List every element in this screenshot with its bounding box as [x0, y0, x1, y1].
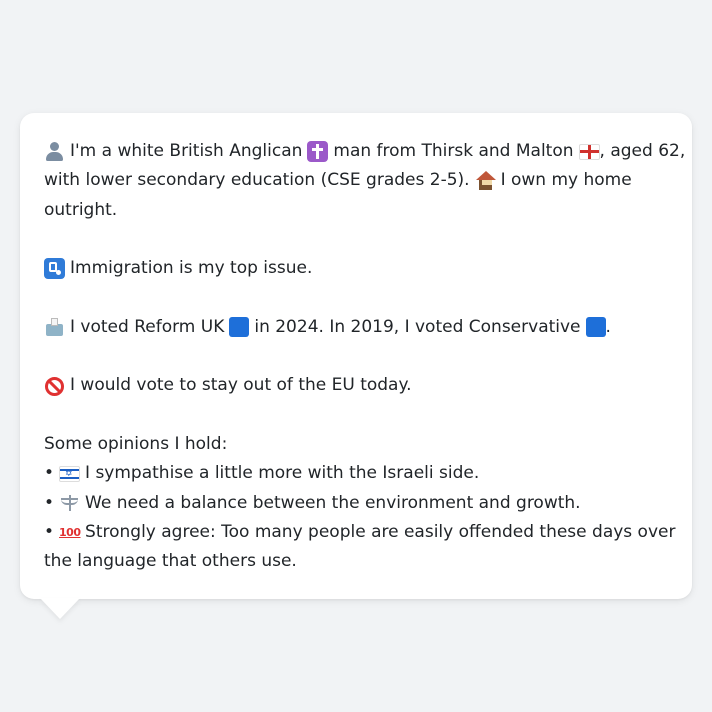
profile-text-1a: I'm a white British Anglican — [70, 141, 303, 161]
opinion-3-text-a: Strongly agree: Too many people are easi… — [85, 521, 676, 542]
england-flag-icon — [578, 143, 600, 160]
top-issue-line: Immigration is my top issue. — [44, 254, 668, 283]
vote-text-b: in 2024. In 2019, I voted Conservative — [254, 316, 581, 337]
latin-cross-icon — [307, 141, 329, 163]
profile-line-3: outright. — [44, 196, 668, 225]
bullet: • — [44, 463, 55, 484]
passport-control-icon — [44, 258, 65, 280]
opinions-heading-text: Some opinions I hold: — [44, 433, 228, 454]
opinion-item-3-continued: the language that others use. — [44, 547, 668, 576]
prohibited-icon — [44, 376, 65, 397]
blue-square-icon — [229, 317, 250, 338]
opinions-heading: Some opinions I hold: — [44, 430, 668, 459]
vote-text-c: . — [605, 316, 611, 337]
bullet: • — [44, 492, 55, 513]
balance-scale-icon — [59, 493, 80, 514]
profile-line-2: with lower secondary education (CSE grad… — [44, 166, 668, 195]
ballot-box-icon — [44, 317, 65, 338]
israel-flag-icon — [59, 465, 81, 482]
vote-text-a: I voted Reform UK — [70, 316, 225, 337]
top-issue-text: Immigration is my top issue. — [70, 258, 313, 279]
profile-text-2b: I own my home — [500, 170, 632, 191]
vote-history-line: I voted Reform UK in 2024. In 2019, I vo… — [44, 313, 668, 342]
house-icon — [475, 170, 496, 191]
blue-square-icon — [585, 317, 606, 338]
profile-text-3: outright. — [44, 199, 118, 220]
opinion-item-3: • 100 Strongly agree: Too many people ar… — [44, 518, 675, 547]
profile-text-1b: man from Thirsk and Malton — [333, 141, 574, 161]
persona-speech-bubble: I'm a white British Anglican man from Th… — [20, 113, 692, 599]
opinion-item-2: • We need a balance between the environm… — [44, 489, 668, 518]
eu-stance-text: I would vote to stay out of the EU today… — [70, 375, 412, 396]
profile-text-2a: with lower secondary education (CSE grad… — [44, 170, 470, 191]
eu-stance-line: I would vote to stay out of the EU today… — [44, 371, 668, 400]
profile-text-1c: , aged 62, — [599, 141, 686, 161]
hundred-points-icon: 100 — [59, 526, 81, 539]
speech-bubble-tail — [40, 598, 80, 619]
opinion-item-1: • I sympathise a little more with the Is… — [44, 459, 668, 488]
bullet: • — [44, 521, 55, 542]
opinion-2-text: We need a balance between the environmen… — [85, 492, 581, 513]
opinion-3-text-b: the language that others use. — [44, 551, 297, 572]
profile-line-1: I'm a white British Anglican man from Th… — [44, 137, 685, 166]
opinion-1-text: I sympathise a little more with the Isra… — [85, 463, 480, 484]
person-icon — [44, 141, 65, 162]
